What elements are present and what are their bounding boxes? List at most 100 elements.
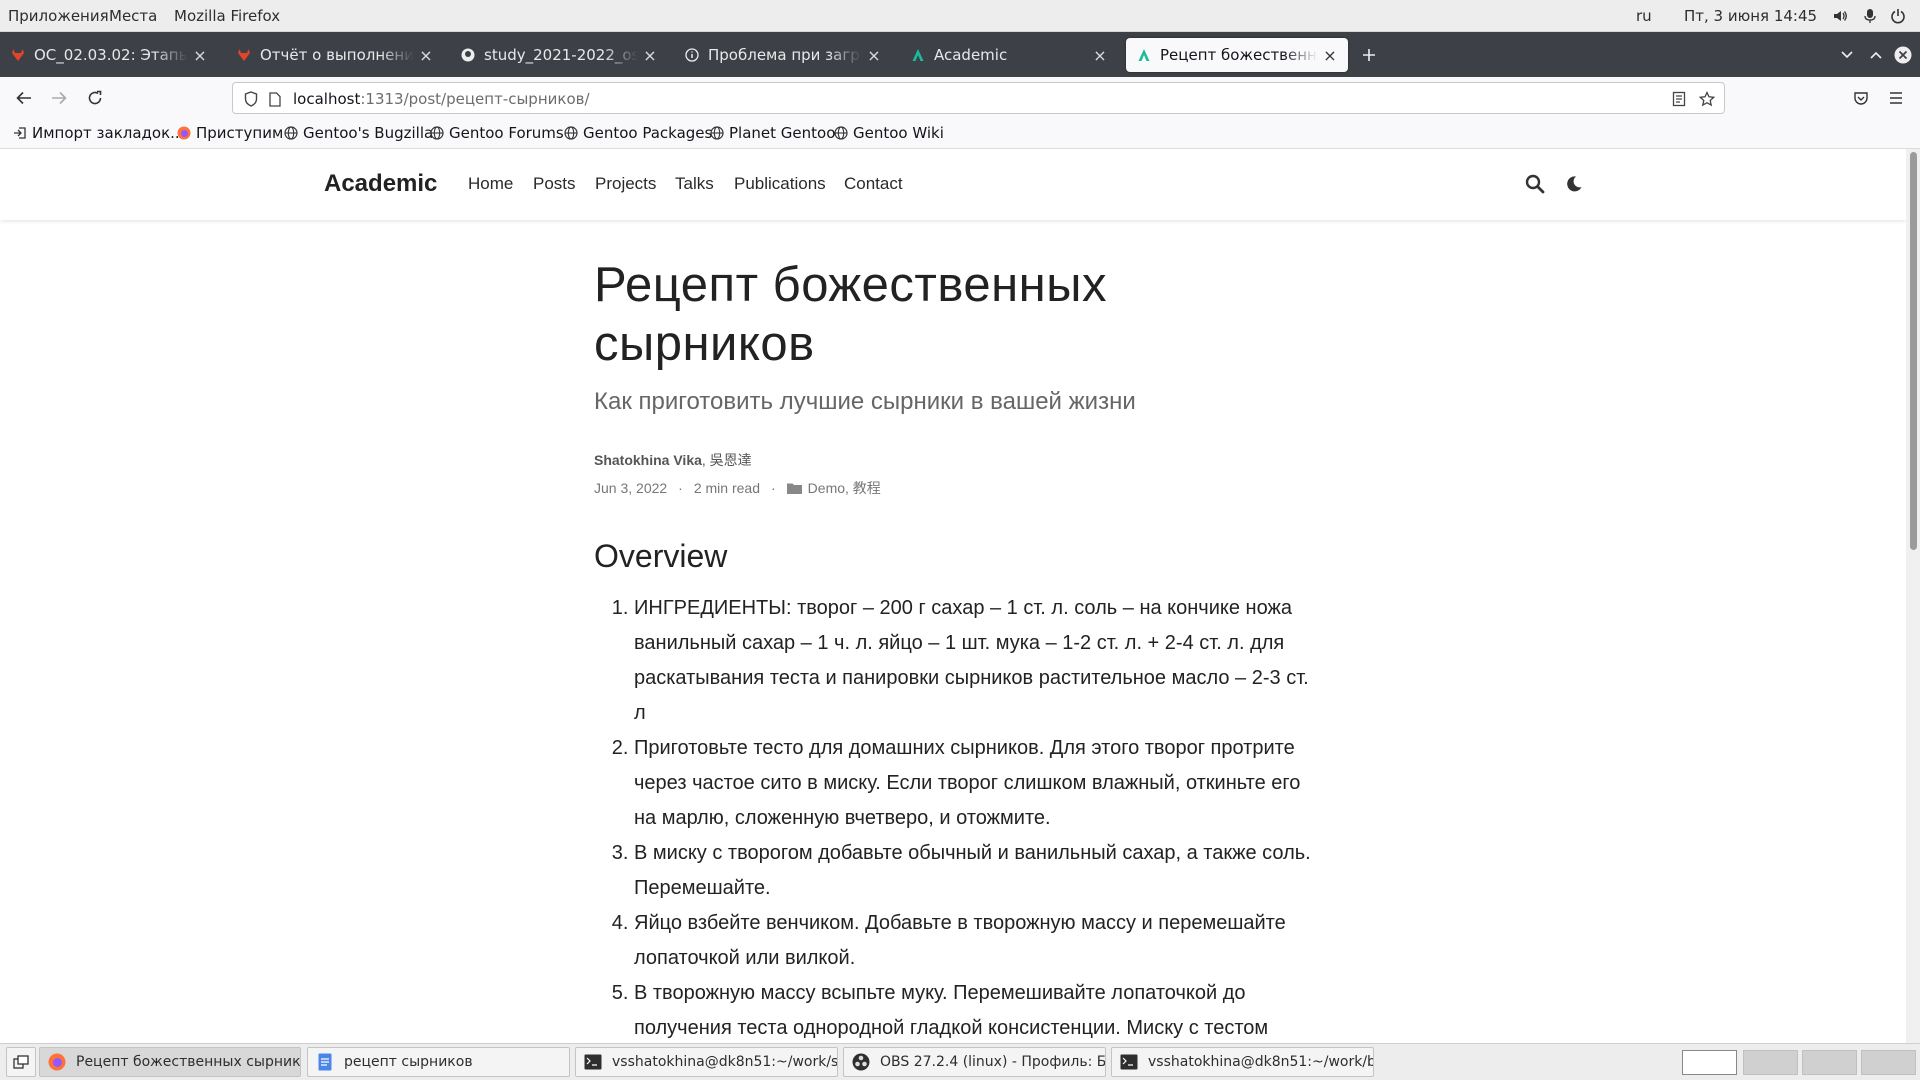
- browser-tab-strip: ОС_02.03.02: Этапы реализации × Отчёт о …: [0, 32, 1920, 77]
- author-link[interactable]: Shatokhina Vika: [594, 452, 702, 468]
- power-icon[interactable]: [1888, 6, 1908, 26]
- nav-home[interactable]: Home: [468, 174, 513, 194]
- nav-contact[interactable]: Contact: [844, 174, 903, 194]
- list-tabs-chevron-down-icon[interactable]: [1832, 40, 1862, 70]
- close-tab-icon[interactable]: ×: [418, 46, 434, 65]
- academic-logo-icon: [910, 47, 926, 63]
- site-brand[interactable]: Academic: [324, 170, 437, 198]
- url-host: localhost: [293, 90, 361, 108]
- bookmark-gentoo-packages[interactable]: Gentoo Packages: [563, 124, 712, 142]
- recipe-step: Приготовьте тесто для домашних сырников.…: [634, 731, 1314, 836]
- section-heading-overview: Overview: [594, 538, 728, 574]
- meta-separator: ·: [771, 480, 776, 496]
- forward-arrow-icon[interactable]: [44, 83, 74, 113]
- reload-icon[interactable]: [80, 83, 110, 113]
- task-terminal-1[interactable]: vsshatokhina@dk8n51:~/work/stu...: [575, 1047, 838, 1077]
- close-tab-icon[interactable]: ×: [1092, 46, 1108, 65]
- task-label: Рецепт божественных сырников | ...: [76, 1054, 301, 1070]
- article-title: Рецепт божественных сырников: [594, 258, 1107, 371]
- address-bar[interactable]: localhost:1313/post/рецепт-сырников/: [232, 82, 1725, 114]
- scrollbar-thumb[interactable]: [1910, 152, 1917, 550]
- task-label: OBS 27.2.4 (linux) - Профиль: Без...: [880, 1054, 1106, 1070]
- url-text[interactable]: localhost:1313/post/рецепт-сырников/: [293, 90, 590, 108]
- close-tab-icon[interactable]: ×: [192, 46, 208, 65]
- workspace-4[interactable]: [1861, 1050, 1916, 1075]
- search-icon[interactable]: [1523, 172, 1547, 196]
- firefox-icon: [48, 1053, 66, 1071]
- url-path: :1313/post/рецепт-сырников/: [360, 90, 590, 108]
- nav-posts[interactable]: Posts: [533, 174, 576, 194]
- info-icon: [684, 47, 700, 63]
- window-list-panel: Рецепт божественных сырников | ... рецеп…: [0, 1043, 1920, 1080]
- tab-recipe-active[interactable]: Рецепт божественных сырников ×: [1126, 38, 1348, 72]
- tab-title: Academic: [934, 46, 1008, 64]
- bookmark-label: Gentoo Forums: [449, 124, 564, 142]
- nav-talks[interactable]: Talks: [675, 174, 714, 194]
- tab-title: study_2021-2022_os-intro: [484, 46, 638, 64]
- task-document[interactable]: рецепт сырников: [307, 1047, 570, 1077]
- folder-icon: [786, 482, 802, 494]
- bookmark-getting-started[interactable]: Приступим: [176, 124, 283, 142]
- nav-projects[interactable]: Projects: [595, 174, 656, 194]
- globe-icon: [429, 125, 445, 141]
- meta-separator: ·: [678, 480, 683, 496]
- tab-report[interactable]: Отчёт о выполнении. Ин ×: [226, 38, 444, 72]
- globe-icon: [563, 125, 579, 141]
- window-maximize-chevron-up-icon[interactable]: [1861, 40, 1891, 70]
- keyboard-layout-indicator[interactable]: ru: [1636, 7, 1652, 25]
- workspace-2[interactable]: [1743, 1050, 1798, 1075]
- workspace-3[interactable]: [1802, 1050, 1857, 1075]
- close-tab-icon[interactable]: ×: [642, 46, 658, 65]
- page-info-icon[interactable]: [265, 89, 285, 109]
- task-terminal-2[interactable]: vsshatokhina@dk8n51:~/work/bl...: [1111, 1047, 1374, 1077]
- bookmark-import[interactable]: Импорт закладок...: [12, 124, 184, 142]
- obs-icon: [852, 1053, 870, 1071]
- tab-os-stages[interactable]: ОС_02.03.02: Этапы реализации ×: [0, 38, 218, 72]
- bookmark-label: Импорт закладок...: [32, 124, 185, 142]
- tab-load-problem[interactable]: Проблема при загрузке страницы ×: [674, 38, 892, 72]
- close-tab-icon[interactable]: ×: [1322, 46, 1338, 65]
- nav-publications[interactable]: Publications: [734, 174, 826, 194]
- active-app-menu[interactable]: Mozilla Firefox: [174, 7, 280, 25]
- article-subtitle: Как приготовить лучшие сырники в вашей ж…: [594, 388, 1136, 415]
- reader-view-icon[interactable]: [1669, 89, 1689, 109]
- microphone-icon[interactable]: [1860, 6, 1880, 26]
- new-tab-plus-icon[interactable]: [1354, 40, 1384, 70]
- read-time: 2 min read: [693, 480, 760, 496]
- pocket-icon[interactable]: [1846, 83, 1876, 113]
- tab-title: Проблема при загрузке страницы: [708, 46, 862, 64]
- tab-title: Рецепт божественных сырников: [1160, 46, 1318, 64]
- bookmark-gentoo-forums[interactable]: Gentoo Forums: [429, 124, 564, 142]
- task-obs[interactable]: OBS 27.2.4 (linux) - Профиль: Без...: [843, 1047, 1106, 1077]
- show-desktop-button[interactable]: [6, 1047, 36, 1077]
- volume-icon[interactable]: [1830, 6, 1850, 26]
- bookmark-planet-gentoo[interactable]: Planet Gentoo: [709, 124, 835, 142]
- places-menu[interactable]: Места: [109, 7, 157, 25]
- tab-github-repo[interactable]: study_2021-2022_os-intro ×: [450, 38, 668, 72]
- tab-academic[interactable]: Academic ×: [900, 38, 1118, 72]
- bookmark-label: Planet Gentoo: [729, 124, 836, 142]
- task-label: vsshatokhina@dk8n51:~/work/bl...: [1148, 1054, 1374, 1070]
- tracking-shield-icon[interactable]: [241, 89, 261, 109]
- hamburger-menu-icon[interactable]: [1881, 83, 1911, 113]
- back-arrow-icon[interactable]: [9, 83, 39, 113]
- academic-logo-icon: [1136, 47, 1152, 63]
- workspace-1[interactable]: [1682, 1050, 1737, 1075]
- github-icon: [460, 47, 476, 63]
- article-categories[interactable]: Demo, 教程: [808, 478, 881, 498]
- bookmark-label: Gentoo Packages: [583, 124, 713, 142]
- window-close-icon[interactable]: [1888, 40, 1918, 70]
- task-firefox[interactable]: Рецепт божественных сырников | ...: [39, 1047, 301, 1077]
- bookmark-gentoo-bugzilla[interactable]: Gentoo's Bugzilla: [283, 124, 433, 142]
- recipe-step: ИНГРЕДИЕНТЫ: творог – 200 г сахар – 1 ст…: [634, 591, 1314, 731]
- bookmark-gentoo-wiki[interactable]: Gentoo Wiki: [833, 124, 944, 142]
- applications-menu[interactable]: Приложения: [8, 7, 109, 25]
- clock[interactable]: Пт, 3 июня 14:45: [1684, 7, 1817, 25]
- dark-mode-moon-icon[interactable]: [1562, 172, 1586, 196]
- page-scrollbar[interactable]: [1906, 149, 1920, 1043]
- bookmark-star-icon[interactable]: [1697, 89, 1717, 109]
- globe-icon: [709, 125, 725, 141]
- co-author: , 吳恩達: [701, 452, 752, 468]
- close-tab-icon[interactable]: ×: [866, 46, 882, 65]
- firefox-icon: [176, 125, 192, 141]
